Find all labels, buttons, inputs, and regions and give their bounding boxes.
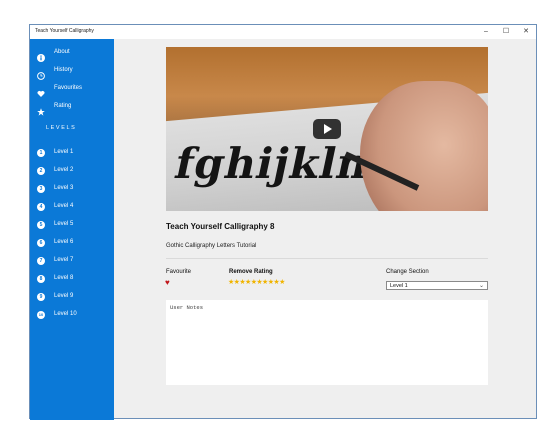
section-select[interactable]: Level 1 ⌄: [386, 281, 488, 290]
title-bar: Teach Yourself Calligraphy – ☐ ✕: [30, 25, 536, 39]
sidebar-item-label: Level 7: [54, 257, 74, 263]
level-number-icon: 4: [37, 203, 45, 211]
maximize-button[interactable]: ☐: [496, 25, 516, 39]
levels-header: LEVELS: [46, 125, 77, 131]
video-frame-calligraphy: fghijkln: [170, 139, 374, 188]
sidebar: About History Favourites Rating LEVELS 1…: [30, 39, 114, 420]
sidebar-item-label: Level 9: [54, 293, 74, 299]
sidebar-item-level-8[interactable]: 8 Level 8: [30, 271, 114, 287]
sidebar-item-level-5[interactable]: 5 Level 5: [30, 217, 114, 233]
level-number-icon: 7: [37, 257, 45, 265]
level-number-icon: 10: [37, 311, 45, 319]
sidebar-item-label: History: [54, 67, 73, 73]
sidebar-item-level-10[interactable]: 10 Level 10: [30, 307, 114, 323]
change-section-label: Change Section: [386, 269, 429, 275]
video-player[interactable]: fghijkln: [166, 47, 488, 211]
video-frame-hand: [360, 81, 488, 211]
level-number-icon: 6: [37, 239, 45, 247]
rating-stars[interactable]: ★★★★★★★★★★: [228, 279, 285, 287]
sidebar-item-favourites[interactable]: Favourites: [30, 81, 114, 97]
sidebar-item-level-7[interactable]: 7 Level 7: [30, 253, 114, 269]
sidebar-item-level-6[interactable]: 6 Level 6: [30, 235, 114, 251]
sidebar-item-label: Level 3: [54, 185, 74, 191]
close-button[interactable]: ✕: [516, 25, 536, 39]
level-number-icon: 9: [37, 293, 45, 301]
favourite-heart-icon[interactable]: ♥: [165, 279, 170, 287]
sidebar-item-label: Favourites: [54, 85, 83, 91]
remove-rating-button[interactable]: Remove Rating: [229, 269, 273, 275]
sidebar-item-label: Level 5: [54, 221, 74, 227]
sidebar-item-level-9[interactable]: 9 Level 9: [30, 289, 114, 305]
sidebar-item-level-1[interactable]: 1 Level 1: [30, 145, 114, 161]
sidebar-item-label: Level 2: [54, 167, 74, 173]
favourite-label: Favourite: [166, 269, 192, 275]
play-button[interactable]: [313, 119, 341, 139]
level-number-icon: 5: [37, 221, 45, 229]
video-title: Teach Yourself Calligraphy 8: [166, 222, 275, 231]
sidebar-item-label: Level 6: [54, 239, 74, 245]
level-number-icon: 8: [37, 275, 45, 283]
section-select-value: Level 1: [390, 283, 408, 289]
sidebar-item-level-2[interactable]: 2 Level 2: [30, 163, 114, 179]
level-number-icon: 2: [37, 167, 45, 175]
sidebar-item-level-4[interactable]: 4 Level 4: [30, 199, 114, 215]
sidebar-item-about[interactable]: About: [30, 45, 114, 62]
sidebar-item-rating[interactable]: Rating: [30, 99, 114, 116]
sidebar-item-label: Level 10: [54, 311, 77, 317]
sidebar-item-label: Level 1: [54, 149, 74, 155]
level-number-icon: 3: [37, 185, 45, 193]
play-icon: [324, 124, 332, 134]
sidebar-item-label: About: [54, 49, 70, 55]
sidebar-item-label: Rating: [54, 103, 72, 109]
level-number-icon: 1: [37, 149, 45, 157]
sidebar-item-level-3[interactable]: 3 Level 3: [30, 181, 114, 197]
sidebar-item-history[interactable]: History: [30, 63, 114, 80]
minimize-button[interactable]: –: [476, 25, 496, 39]
user-notes-textarea[interactable]: User Notes: [166, 300, 488, 385]
video-subtitle: Gothic Calligraphy Letters Tutorial: [166, 243, 257, 249]
window-title: Teach Yourself Calligraphy: [35, 28, 94, 34]
chevron-down-icon: ⌄: [478, 283, 484, 289]
sidebar-item-label: Level 8: [54, 275, 74, 281]
heart-icon: [37, 85, 45, 97]
user-notes-placeholder: User Notes: [170, 304, 204, 311]
app-window: Teach Yourself Calligraphy – ☐ ✕ About H…: [29, 24, 537, 420]
main-content: fghijkln Teach Yourself Calligraphy 8 Go…: [114, 39, 536, 418]
divider: [166, 258, 488, 259]
clock-icon: [37, 67, 45, 80]
sidebar-item-label: Level 4: [54, 203, 74, 209]
star-icon: [37, 103, 45, 116]
info-icon: [37, 49, 45, 62]
